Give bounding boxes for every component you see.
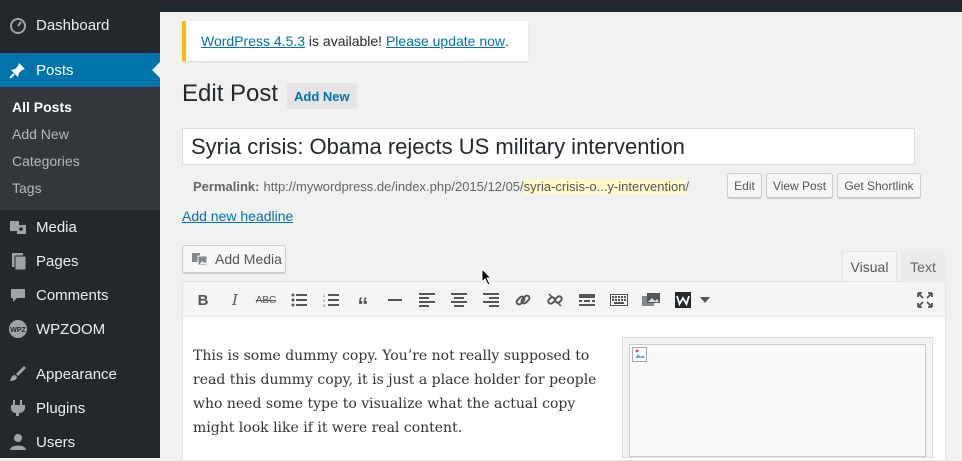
sidebar-item-label: WPZOOM <box>36 320 106 338</box>
submenu-add-new[interactable]: Add New <box>12 126 69 142</box>
post-title-input[interactable]: Syria crisis: Obama rejects US military … <box>182 128 915 165</box>
italic-icon[interactable]: I <box>225 291 245 309</box>
sidebar-item-posts[interactable]: Posts <box>0 53 160 87</box>
pages-icon <box>8 251 28 271</box>
svg-text:WPZ: WPZ <box>10 327 26 334</box>
sidebar-item-label: Dashboard <box>36 16 110 34</box>
permalink-label: Permalink: <box>193 178 260 194</box>
permalink: Permalink: http://mywordpress.de/index.p… <box>193 178 689 194</box>
permalink-slug[interactable]: syria-crisis-o...y-intervention <box>523 178 686 194</box>
posts-submenu: All Posts Add New Categories Tags <box>0 87 160 210</box>
update-notice: WordPress 4.5.3 is available! Please upd… <box>182 21 528 61</box>
view-post-button[interactable]: View Post <box>766 173 833 198</box>
strikethrough-icon[interactable]: ABC <box>256 291 277 309</box>
page-title: Edit Post <box>182 80 279 107</box>
dashboard-icon <box>8 15 28 35</box>
post-content-text[interactable]: This is some dummy copy. You’re not real… <box>193 344 618 440</box>
edit-permalink-button[interactable]: Edit <box>727 173 762 198</box>
align-right-icon[interactable] <box>481 291 501 309</box>
sidebar-item-wpzoom[interactable]: WPZ WPZOOM <box>0 312 160 346</box>
users-icon <box>8 432 28 452</box>
media-icon <box>8 217 28 237</box>
sidebar-item-dashboard[interactable]: Dashboard <box>0 8 160 42</box>
unlink-icon[interactable] <box>545 291 565 309</box>
dropdown-arrow-icon[interactable] <box>695 291 715 309</box>
permalink-end: / <box>685 178 690 194</box>
bullet-list-icon[interactable] <box>289 291 309 309</box>
add-new-headline-link[interactable]: Add new headline <box>182 208 293 224</box>
admin-sidebar: Dashboard Posts All Posts Add New Catego… <box>0 0 160 458</box>
add-media-label: Add Media <box>215 251 282 267</box>
paintbrush-icon <box>8 364 28 384</box>
get-shortlink-button[interactable]: Get Shortlink <box>837 173 921 198</box>
tab-visual[interactable]: Visual <box>842 251 897 282</box>
notice-text: is available! <box>305 33 386 49</box>
sidebar-item-label: Appearance <box>36 365 117 383</box>
sidebar-item-label: Plugins <box>36 399 86 417</box>
sidebar-item-label: Pages <box>36 252 79 270</box>
sidebar-item-label: Comments <box>36 286 109 304</box>
comments-icon <box>8 285 28 305</box>
sidebar-item-users[interactable]: Users <box>0 425 160 459</box>
update-now-link[interactable]: Please update now <box>386 33 505 49</box>
sidebar-item-plugins[interactable]: Plugins <box>0 391 160 425</box>
bold-icon[interactable]: B <box>193 291 213 309</box>
fullscreen-icon[interactable] <box>915 291 935 309</box>
submenu-tags[interactable]: Tags <box>12 180 42 196</box>
add-media-button[interactable]: Add Media <box>182 245 286 273</box>
align-left-icon[interactable] <box>417 291 437 309</box>
horizontal-line-icon[interactable] <box>385 291 405 309</box>
blockquote-icon[interactable]: “ <box>353 291 373 318</box>
sidebar-item-media[interactable]: Media <box>0 210 160 244</box>
align-center-icon[interactable] <box>449 291 469 309</box>
plugin-icon <box>8 398 28 418</box>
sidebar-item-label: Posts <box>36 61 74 79</box>
numbered-list-icon[interactable]: 123 <box>321 291 341 309</box>
mouse-cursor <box>481 267 493 291</box>
add-media-icon <box>191 251 209 267</box>
add-new-button[interactable]: Add New <box>287 83 357 109</box>
wordpress-version-link[interactable]: WordPress 4.5.3 <box>201 33 305 49</box>
sidebar-item-pages[interactable]: Pages <box>0 244 160 278</box>
sidebar-item-comments[interactable]: Comments <box>0 278 160 312</box>
link-icon[interactable] <box>513 291 533 309</box>
content-image[interactable] <box>622 337 933 458</box>
sidebar-item-label: Media <box>36 218 77 236</box>
submenu-all-posts[interactable]: All Posts <box>12 99 72 115</box>
submenu-categories[interactable]: Categories <box>12 153 80 169</box>
keyboard-toolbar-toggle-icon[interactable] <box>609 291 629 309</box>
gallery-icon[interactable] <box>641 291 661 309</box>
broken-image-icon <box>632 347 647 362</box>
wpzoom-shortcode-icon[interactable] <box>673 291 693 309</box>
sidebar-item-appearance[interactable]: Appearance <box>0 357 160 391</box>
tab-text[interactable]: Text <box>901 251 945 282</box>
permalink-base: http://mywordpress.de/index.php/2015/12/… <box>263 178 524 194</box>
notice-end: . <box>505 33 509 49</box>
editor-toolbar: B I ABC 123 “ <box>182 281 946 318</box>
image-placeholder <box>629 344 926 457</box>
pushpin-icon <box>8 60 28 80</box>
svg-text:3: 3 <box>323 303 326 307</box>
wpzoom-icon: WPZ <box>8 319 28 339</box>
read-more-icon[interactable] <box>577 291 597 309</box>
sidebar-item-label: Users <box>36 433 76 451</box>
